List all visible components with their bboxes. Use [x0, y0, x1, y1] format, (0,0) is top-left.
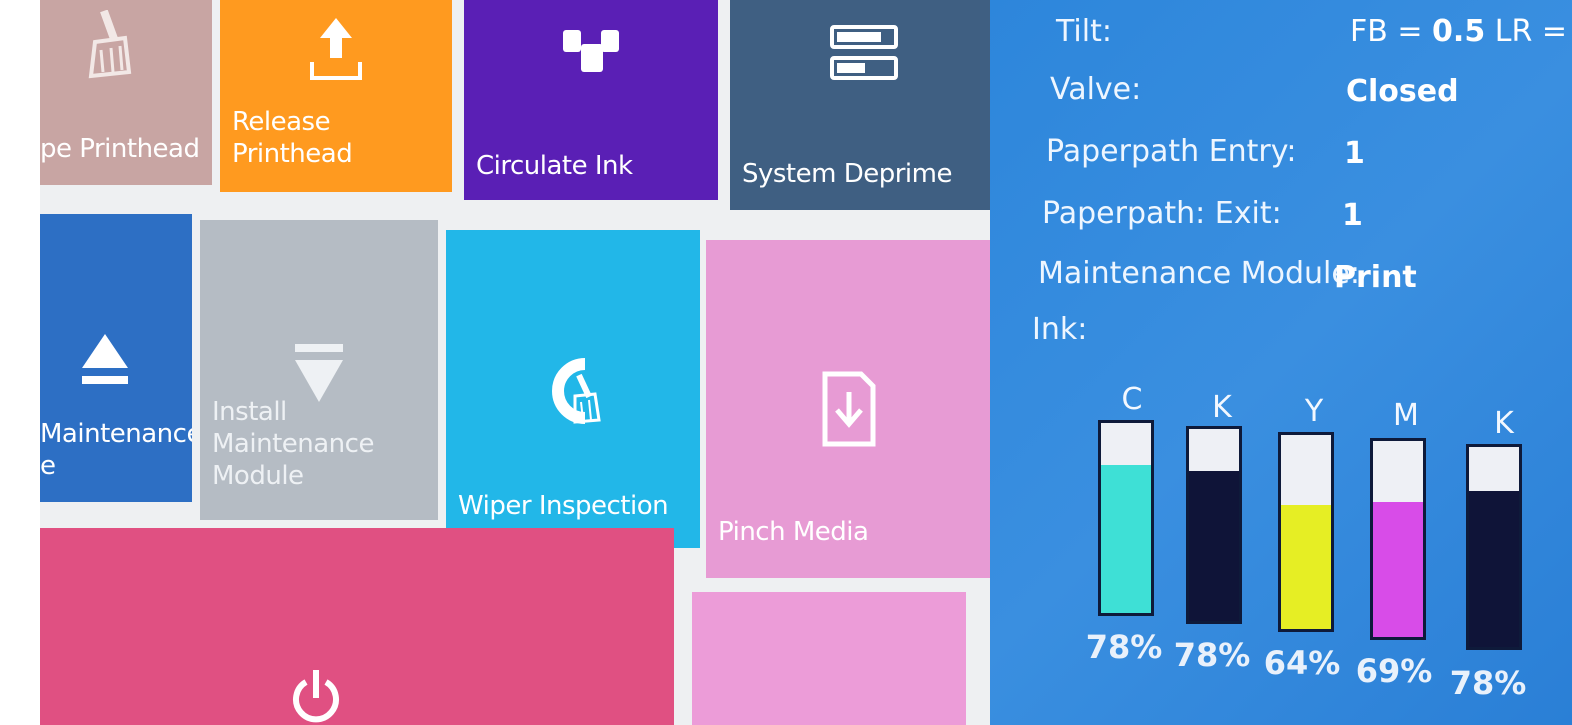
ink-bar-c: [1098, 420, 1154, 616]
pink-tile[interactable]: [692, 592, 966, 725]
ink-letter-c: C: [1121, 382, 1143, 417]
valve-row: Valve: Closed: [1050, 72, 1459, 109]
install-maintenance-label: Install Maintenance Module: [212, 396, 438, 492]
remove-maintenance-line1: Maintenance: [40, 419, 192, 449]
tilt-value-prefix: FB =: [1350, 14, 1433, 49]
status-panel: Tilt: FB = 0.5 LR = ( Valve: Closed Pape…: [990, 0, 1572, 725]
ink-fill-m: [1373, 501, 1423, 637]
ink-percent-k: 78%: [1173, 636, 1251, 674]
ink-bar-y: [1278, 432, 1334, 632]
install-maintenance-line2: Module: [212, 461, 304, 491]
upload-icon: [308, 14, 364, 84]
power-icon: [292, 668, 340, 725]
pinch-media-label: Pinch Media: [718, 517, 869, 547]
ink-percent-k2: 78%: [1449, 664, 1527, 702]
ink-bar-m: [1370, 438, 1426, 640]
release-printhead-label: Release Printhead: [232, 107, 353, 169]
tilt-value-suffix: LR = (: [1494, 14, 1572, 49]
ink-fill-y: [1281, 504, 1331, 629]
ink-fill-c: [1101, 464, 1151, 613]
wiper-inspection-tile[interactable]: Wiper Inspection: [446, 230, 700, 548]
ink-letter-k2: K: [1494, 406, 1514, 441]
wiper-inspection-label: Wiper Inspection: [458, 491, 669, 521]
circulate-ink-tile[interactable]: Circulate Ink: [464, 0, 718, 200]
ink-bar-k2: [1466, 444, 1522, 650]
entry-label: Paperpath Entry:: [1046, 134, 1297, 169]
ink-bar-k: [1186, 426, 1242, 624]
valve-label: Valve:: [1050, 72, 1142, 107]
ink-label: Ink:: [1032, 312, 1088, 347]
power-tile[interactable]: [40, 528, 674, 725]
system-deprime-tile[interactable]: System Deprime: [730, 0, 998, 210]
ink-letter-y: Y: [1304, 394, 1324, 429]
tilt-row: Tilt: FB = 0.5 LR = (: [1056, 14, 1572, 50]
wipe-printhead-label: pe Printhead: [40, 134, 200, 164]
deprime-icon: [829, 24, 899, 84]
circulate-ink-label: Circulate Ink: [476, 151, 633, 181]
pinch-media-tile[interactable]: Pinch Media: [706, 240, 992, 578]
exit-value: 1: [1342, 198, 1363, 233]
remove-maintenance-line2: e: [40, 451, 56, 481]
wiper-icon: [541, 354, 605, 428]
ink-percent-y: 64%: [1263, 644, 1341, 682]
broom-icon: [87, 10, 133, 80]
release-printhead-tile[interactable]: Release Printhead: [220, 0, 452, 192]
ink-row: Ink:: [1032, 312, 1087, 348]
tilt-label: Tilt:: [1056, 14, 1112, 49]
exit-row: Paperpath: Exit: 1: [1042, 196, 1363, 233]
ink-percent-m: 69%: [1355, 652, 1433, 690]
eject-icon: [80, 332, 130, 388]
system-deprime-label: System Deprime: [742, 159, 952, 189]
module-value: Print: [1334, 260, 1417, 295]
valve-value: Closed: [1346, 74, 1459, 109]
circulate-icon: [561, 26, 621, 76]
module-label: Maintenance Module:: [1038, 256, 1360, 291]
module-row: Maintenance Module: Print: [1038, 256, 1417, 295]
entry-row: Paperpath Entry: 1: [1046, 134, 1365, 171]
ink-fill-k2: [1469, 491, 1519, 647]
ink-fill-k: [1189, 471, 1239, 621]
tilt-value: FB = 0.5 LR = (: [1350, 14, 1572, 50]
media-icon: [821, 370, 877, 448]
ink-letter-k: K: [1212, 390, 1232, 425]
install-maintenance-line1: Install Maintenance: [212, 397, 374, 459]
remove-maintenance-tile[interactable]: Maintenance e: [40, 214, 192, 502]
wipe-printhead-tile[interactable]: pe Printhead: [40, 0, 212, 185]
install-maintenance-tile[interactable]: Install Maintenance Module: [200, 220, 438, 520]
ink-letter-m: M: [1393, 398, 1419, 433]
tilt-fb-value: 0.5: [1432, 14, 1486, 49]
entry-value: 1: [1344, 136, 1365, 171]
exit-label: Paperpath: Exit:: [1042, 196, 1282, 231]
ink-percent-c: 78%: [1085, 628, 1163, 666]
remove-maintenance-label: Maintenance e: [40, 418, 192, 482]
